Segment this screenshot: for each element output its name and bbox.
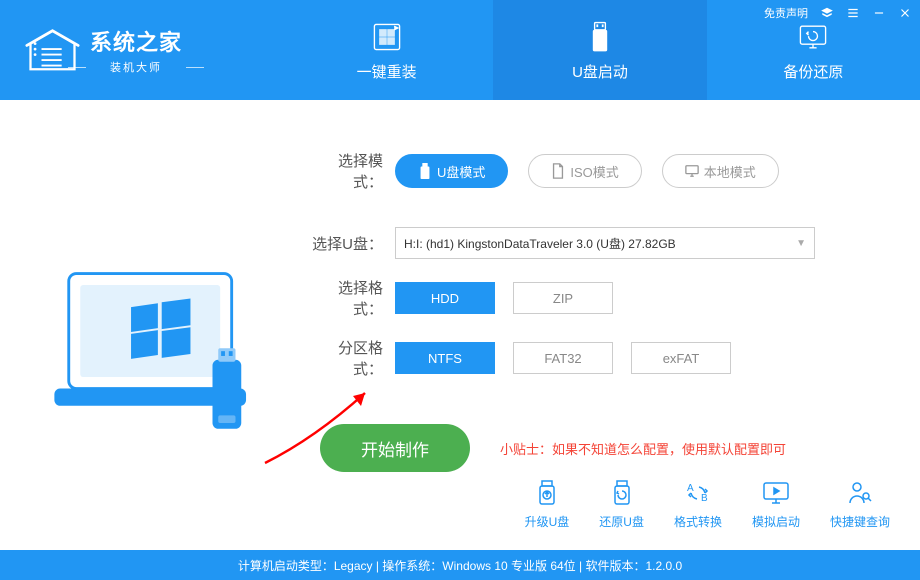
tab-label: 一键重装	[357, 61, 417, 82]
logo-subtitle: 装机大师	[90, 59, 182, 75]
graduation-icon[interactable]	[820, 6, 834, 20]
mode-local-button[interactable]: 本地模式	[662, 154, 779, 188]
tab-usb-boot[interactable]: U盘启动	[493, 0, 706, 100]
header: 免责声明 系统之家 装机大师 一键重装 U盘启动 备份还原	[0, 0, 920, 100]
mode-usb-button[interactable]: U盘模式	[395, 154, 508, 188]
tab-reinstall[interactable]: 一键重装	[280, 0, 493, 100]
chevron-down-icon: ▼	[796, 238, 806, 249]
tab-label: U盘启动	[572, 61, 628, 82]
tool-label: 还原U盘	[599, 513, 644, 530]
mode-label: 选择模式：	[310, 150, 395, 192]
tool-label: 升级U盘	[525, 513, 570, 530]
svg-text:A: A	[687, 483, 694, 494]
windows-reinstall-icon	[369, 19, 405, 55]
part-fat32-button[interactable]: FAT32	[513, 342, 613, 374]
monitor-icon	[685, 163, 699, 179]
bottom-tools: 升级U盘 还原U盘 AB 格式转换 模拟启动 快捷键查询	[525, 479, 890, 530]
logo: 系统之家 装机大师	[0, 0, 280, 100]
fmt-hdd-button[interactable]: HDD	[395, 282, 495, 314]
action-row: 开始制作 小贴士：如果不知道怎么配置，使用默认配置即可	[310, 424, 890, 472]
partition-label: 分区格式：	[310, 337, 395, 379]
part-exfat-button[interactable]: exFAT	[631, 342, 731, 374]
close-icon[interactable]	[898, 6, 912, 20]
tool-label: 快捷键查询	[830, 513, 890, 530]
person-search-icon	[845, 479, 875, 507]
tool-label: 模拟启动	[752, 513, 800, 530]
mode-btn-label: U盘模式	[437, 162, 485, 181]
usb-restore-icon	[607, 479, 637, 507]
logo-title: 系统之家	[90, 25, 182, 57]
format-row: 选择格式： HDD ZIP	[310, 277, 890, 319]
tool-hotkey-lookup[interactable]: 快捷键查询	[830, 479, 890, 530]
svg-text:B: B	[701, 493, 708, 504]
partition-row: 分区格式： NTFS FAT32 exFAT	[310, 337, 890, 379]
monitor-play-icon	[761, 479, 791, 507]
laptop-usb-illustration-icon	[40, 250, 270, 460]
usb-disk-icon	[582, 19, 618, 55]
start-button[interactable]: 开始制作	[320, 424, 470, 472]
usb-up-icon	[532, 479, 562, 507]
usb-select[interactable]: H:I: (hd1) KingstonDataTraveler 3.0 (U盘)…	[395, 227, 815, 259]
tool-restore-usb[interactable]: 还原U盘	[599, 479, 644, 530]
disclaimer-link[interactable]: 免责声明	[764, 5, 808, 21]
usb-icon	[418, 163, 432, 179]
mode-row: 选择模式： U盘模式 ISO模式 本地模式	[310, 150, 890, 192]
tool-label: 格式转换	[674, 513, 722, 530]
mode-btn-label: 本地模式	[704, 162, 756, 181]
tab-label: 备份还原	[783, 61, 843, 82]
statusbar: 计算机启动类型：Legacy | 操作系统：Windows 10 专业版 64位…	[0, 550, 920, 580]
format-label: 选择格式：	[310, 277, 395, 319]
tool-format-convert[interactable]: AB 格式转换	[674, 479, 722, 530]
tip-text: 小贴士：如果不知道怎么配置，使用默认配置即可	[500, 439, 786, 458]
menu-icon[interactable]	[846, 6, 860, 20]
tool-simulate-boot[interactable]: 模拟启动	[752, 479, 800, 530]
file-icon	[551, 163, 565, 179]
part-ntfs-button[interactable]: NTFS	[395, 342, 495, 374]
monitor-restore-icon	[795, 19, 831, 55]
tool-upgrade-usb[interactable]: 升级U盘	[525, 479, 570, 530]
minimize-icon[interactable]	[872, 6, 886, 20]
titlebar: 免责声明	[764, 5, 912, 21]
mode-btn-label: ISO模式	[570, 162, 618, 181]
usb-select-row: 选择U盘： H:I: (hd1) KingstonDataTraveler 3.…	[310, 227, 890, 259]
fmt-zip-button[interactable]: ZIP	[513, 282, 613, 314]
usb-label: 选择U盘：	[310, 233, 395, 254]
usb-select-value: H:I: (hd1) KingstonDataTraveler 3.0 (U盘)…	[404, 235, 676, 252]
mode-iso-button[interactable]: ISO模式	[528, 154, 641, 188]
illustration	[20, 120, 290, 550]
convert-icon: AB	[683, 479, 713, 507]
